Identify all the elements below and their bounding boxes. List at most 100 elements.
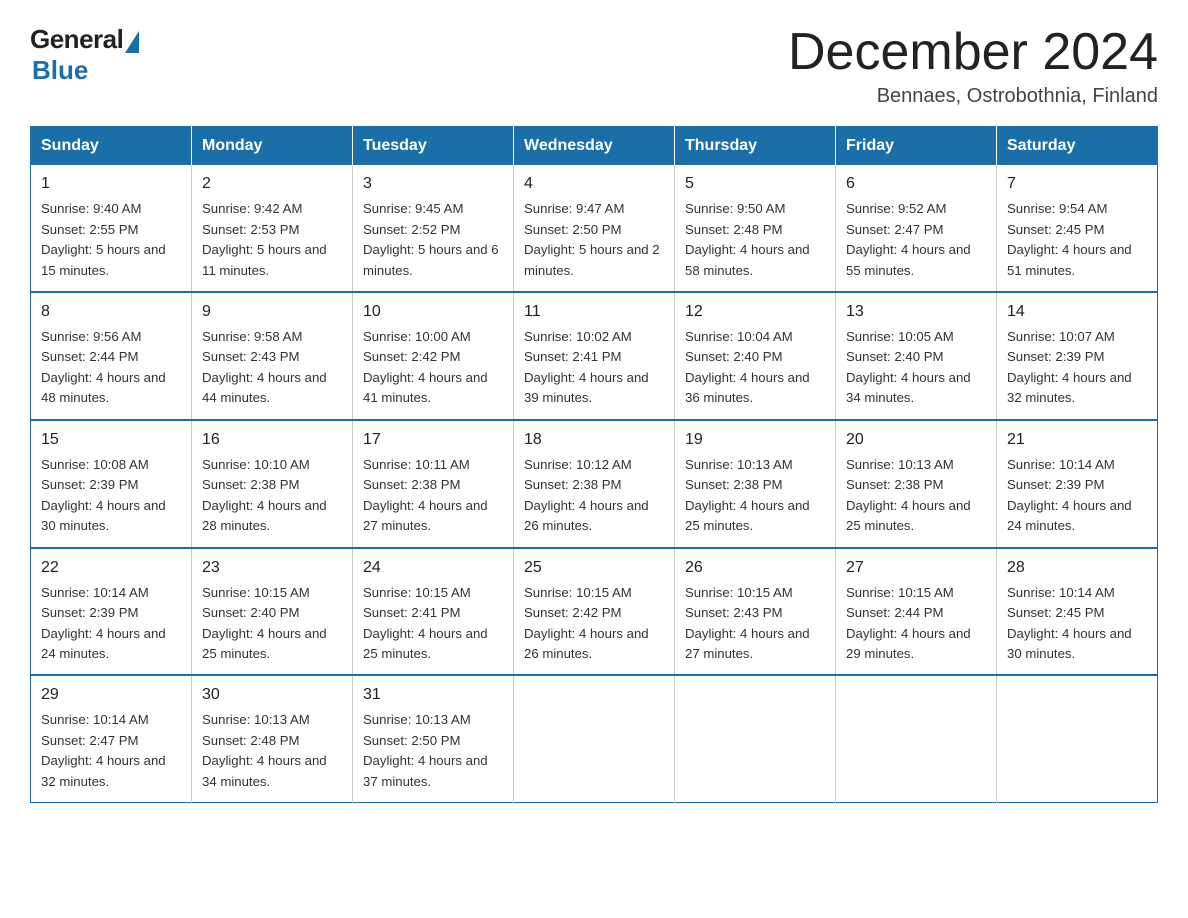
day-info: Sunrise: 10:13 AMSunset: 2:38 PMDaylight… (846, 457, 971, 533)
day-number: 24 (363, 556, 503, 580)
day-number: 23 (202, 556, 342, 580)
header-monday: Monday (192, 127, 353, 166)
table-row: 18 Sunrise: 10:12 AMSunset: 2:38 PMDayli… (514, 420, 675, 548)
day-info: Sunrise: 10:04 AMSunset: 2:40 PMDaylight… (685, 329, 810, 405)
table-row: 29 Sunrise: 10:14 AMSunset: 2:47 PMDayli… (31, 675, 192, 802)
day-info: Sunrise: 10:15 AMSunset: 2:43 PMDaylight… (685, 585, 810, 661)
day-number: 13 (846, 300, 986, 324)
day-info: Sunrise: 10:00 AMSunset: 2:42 PMDaylight… (363, 329, 488, 405)
logo-triangle-icon (125, 31, 139, 53)
day-number: 5 (685, 172, 825, 196)
day-info: Sunrise: 10:02 AMSunset: 2:41 PMDaylight… (524, 329, 649, 405)
logo-general-text: General (30, 24, 123, 55)
day-number: 10 (363, 300, 503, 324)
table-row: 4 Sunrise: 9:47 AMSunset: 2:50 PMDayligh… (514, 165, 675, 292)
table-row: 11 Sunrise: 10:02 AMSunset: 2:41 PMDayli… (514, 292, 675, 420)
day-number: 4 (524, 172, 664, 196)
table-row: 30 Sunrise: 10:13 AMSunset: 2:48 PMDayli… (192, 675, 353, 802)
header-sunday: Sunday (31, 127, 192, 166)
table-row: 16 Sunrise: 10:10 AMSunset: 2:38 PMDayli… (192, 420, 353, 548)
table-row (997, 675, 1158, 802)
table-row: 5 Sunrise: 9:50 AMSunset: 2:48 PMDayligh… (675, 165, 836, 292)
table-row: 7 Sunrise: 9:54 AMSunset: 2:45 PMDayligh… (997, 165, 1158, 292)
day-number: 31 (363, 683, 503, 707)
day-info: Sunrise: 10:05 AMSunset: 2:40 PMDaylight… (846, 329, 971, 405)
calendar-week-row: 22 Sunrise: 10:14 AMSunset: 2:39 PMDayli… (31, 548, 1158, 676)
table-row: 1 Sunrise: 9:40 AMSunset: 2:55 PMDayligh… (31, 165, 192, 292)
day-number: 28 (1007, 556, 1147, 580)
day-number: 6 (846, 172, 986, 196)
table-row: 8 Sunrise: 9:56 AMSunset: 2:44 PMDayligh… (31, 292, 192, 420)
calendar-week-row: 1 Sunrise: 9:40 AMSunset: 2:55 PMDayligh… (31, 165, 1158, 292)
day-number: 11 (524, 300, 664, 324)
table-row: 10 Sunrise: 10:00 AMSunset: 2:42 PMDayli… (353, 292, 514, 420)
header-friday: Friday (836, 127, 997, 166)
day-number: 15 (41, 428, 181, 452)
day-info: Sunrise: 10:14 AMSunset: 2:39 PMDaylight… (1007, 457, 1132, 533)
day-number: 16 (202, 428, 342, 452)
table-row: 19 Sunrise: 10:13 AMSunset: 2:38 PMDayli… (675, 420, 836, 548)
day-number: 14 (1007, 300, 1147, 324)
table-row: 25 Sunrise: 10:15 AMSunset: 2:42 PMDayli… (514, 548, 675, 676)
location-subtitle: Bennaes, Ostrobothnia, Finland (788, 85, 1158, 108)
day-info: Sunrise: 10:15 AMSunset: 2:42 PMDaylight… (524, 585, 649, 661)
day-info: Sunrise: 10:08 AMSunset: 2:39 PMDaylight… (41, 457, 166, 533)
table-row (514, 675, 675, 802)
title-area: December 2024 Bennaes, Ostrobothnia, Fin… (788, 24, 1158, 108)
table-row: 27 Sunrise: 10:15 AMSunset: 2:44 PMDayli… (836, 548, 997, 676)
calendar-week-row: 29 Sunrise: 10:14 AMSunset: 2:47 PMDayli… (31, 675, 1158, 802)
day-info: Sunrise: 10:11 AMSunset: 2:38 PMDaylight… (363, 457, 488, 533)
table-row: 6 Sunrise: 9:52 AMSunset: 2:47 PMDayligh… (836, 165, 997, 292)
table-row (836, 675, 997, 802)
page-header: General Blue December 2024 Bennaes, Ostr… (30, 24, 1158, 108)
day-info: Sunrise: 10:13 AMSunset: 2:50 PMDaylight… (363, 712, 488, 788)
day-number: 2 (202, 172, 342, 196)
table-row: 14 Sunrise: 10:07 AMSunset: 2:39 PMDayli… (997, 292, 1158, 420)
table-row: 31 Sunrise: 10:13 AMSunset: 2:50 PMDayli… (353, 675, 514, 802)
calendar-week-row: 8 Sunrise: 9:56 AMSunset: 2:44 PMDayligh… (31, 292, 1158, 420)
table-row: 3 Sunrise: 9:45 AMSunset: 2:52 PMDayligh… (353, 165, 514, 292)
calendar-week-row: 15 Sunrise: 10:08 AMSunset: 2:39 PMDayli… (31, 420, 1158, 548)
header-tuesday: Tuesday (353, 127, 514, 166)
day-info: Sunrise: 10:14 AMSunset: 2:45 PMDaylight… (1007, 585, 1132, 661)
table-row: 15 Sunrise: 10:08 AMSunset: 2:39 PMDayli… (31, 420, 192, 548)
day-number: 25 (524, 556, 664, 580)
day-number: 7 (1007, 172, 1147, 196)
table-row: 22 Sunrise: 10:14 AMSunset: 2:39 PMDayli… (31, 548, 192, 676)
day-info: Sunrise: 9:42 AMSunset: 2:53 PMDaylight:… (202, 201, 327, 277)
table-row: 2 Sunrise: 9:42 AMSunset: 2:53 PMDayligh… (192, 165, 353, 292)
day-number: 21 (1007, 428, 1147, 452)
day-info: Sunrise: 9:45 AMSunset: 2:52 PMDaylight:… (363, 201, 499, 277)
table-row: 28 Sunrise: 10:14 AMSunset: 2:45 PMDayli… (997, 548, 1158, 676)
day-number: 18 (524, 428, 664, 452)
table-row: 17 Sunrise: 10:11 AMSunset: 2:38 PMDayli… (353, 420, 514, 548)
header-wednesday: Wednesday (514, 127, 675, 166)
table-row: 23 Sunrise: 10:15 AMSunset: 2:40 PMDayli… (192, 548, 353, 676)
logo: General Blue (30, 24, 139, 86)
day-number: 9 (202, 300, 342, 324)
day-info: Sunrise: 9:52 AMSunset: 2:47 PMDaylight:… (846, 201, 971, 277)
header-saturday: Saturday (997, 127, 1158, 166)
day-number: 22 (41, 556, 181, 580)
day-info: Sunrise: 10:13 AMSunset: 2:48 PMDaylight… (202, 712, 327, 788)
day-number: 27 (846, 556, 986, 580)
day-info: Sunrise: 10:15 AMSunset: 2:44 PMDaylight… (846, 585, 971, 661)
table-row: 20 Sunrise: 10:13 AMSunset: 2:38 PMDayli… (836, 420, 997, 548)
day-number: 26 (685, 556, 825, 580)
day-number: 8 (41, 300, 181, 324)
day-number: 20 (846, 428, 986, 452)
day-info: Sunrise: 10:13 AMSunset: 2:38 PMDaylight… (685, 457, 810, 533)
day-number: 3 (363, 172, 503, 196)
day-info: Sunrise: 10:15 AMSunset: 2:41 PMDaylight… (363, 585, 488, 661)
day-info: Sunrise: 10:14 AMSunset: 2:47 PMDaylight… (41, 712, 166, 788)
day-number: 17 (363, 428, 503, 452)
day-info: Sunrise: 10:10 AMSunset: 2:38 PMDaylight… (202, 457, 327, 533)
day-info: Sunrise: 9:50 AMSunset: 2:48 PMDaylight:… (685, 201, 810, 277)
day-info: Sunrise: 9:40 AMSunset: 2:55 PMDaylight:… (41, 201, 166, 277)
day-number: 29 (41, 683, 181, 707)
table-row: 24 Sunrise: 10:15 AMSunset: 2:41 PMDayli… (353, 548, 514, 676)
day-info: Sunrise: 10:07 AMSunset: 2:39 PMDaylight… (1007, 329, 1132, 405)
logo-blue-text: Blue (32, 55, 88, 86)
day-info: Sunrise: 9:47 AMSunset: 2:50 PMDaylight:… (524, 201, 660, 277)
table-row (675, 675, 836, 802)
